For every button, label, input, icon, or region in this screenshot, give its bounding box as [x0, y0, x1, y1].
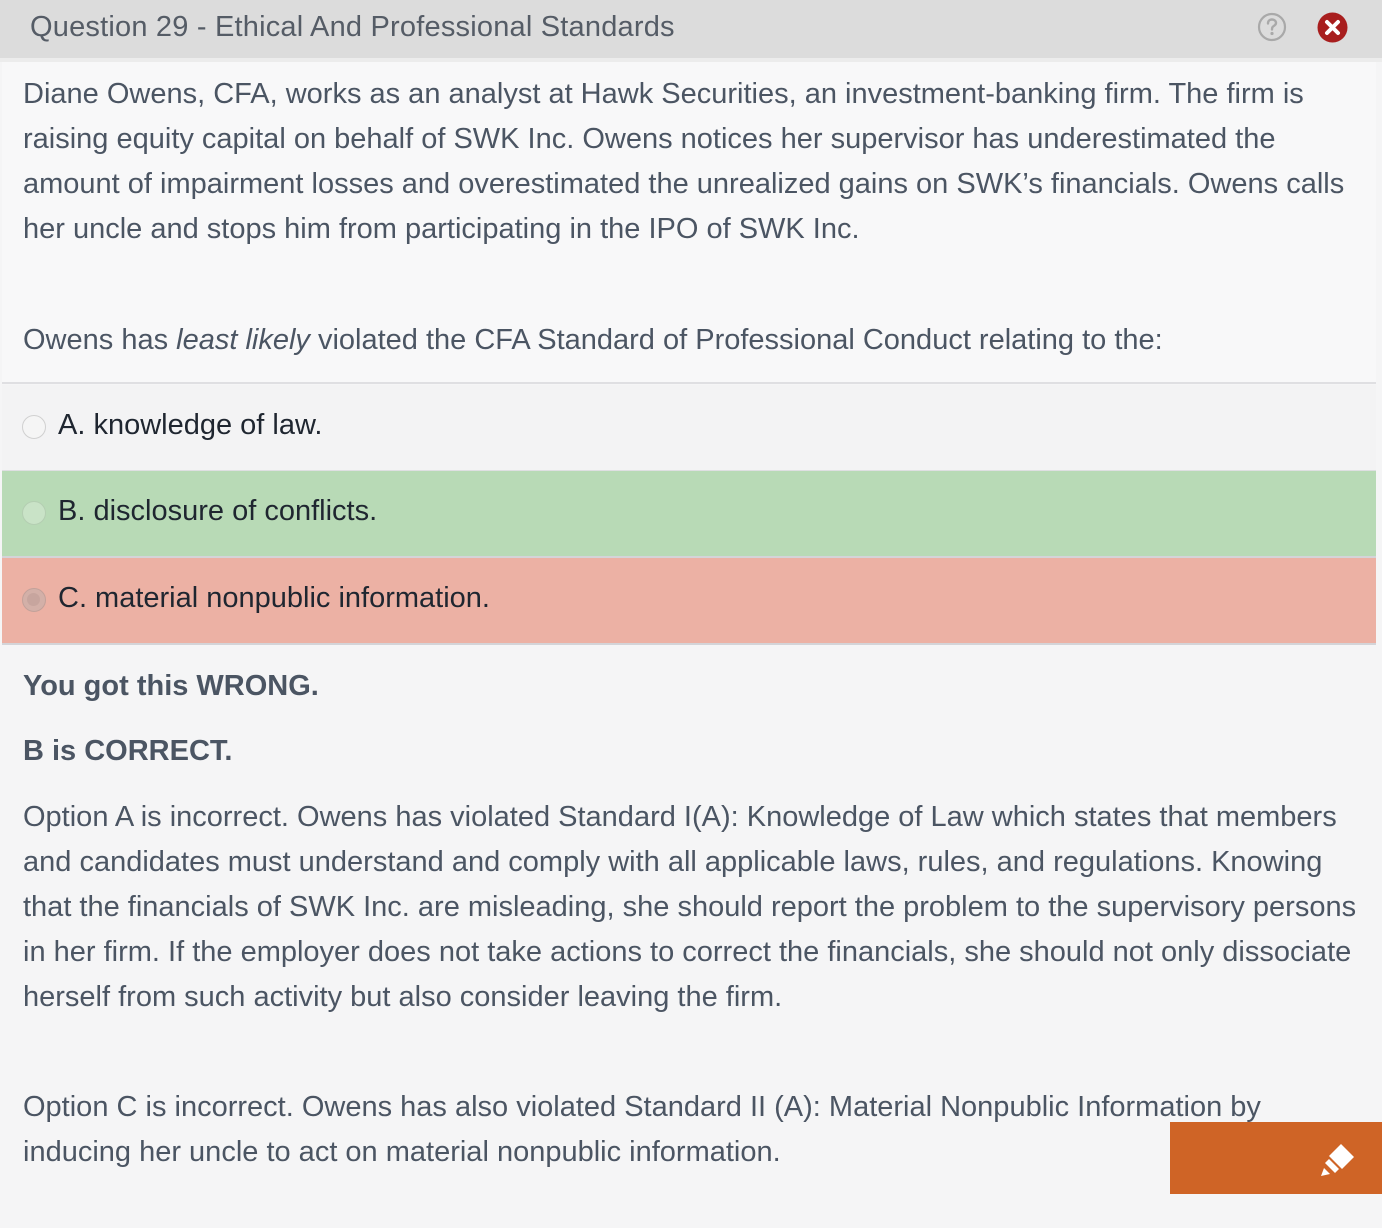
prompt-start: Owens has [23, 324, 177, 356]
close-circle-icon[interactable] [1317, 12, 1348, 43]
prompt-end: violated the CFA Standard of Professiona… [309, 324, 1163, 356]
question-header: Question 29 - Ethical And Professional S… [0, 0, 1382, 62]
question-circle-icon[interactable] [1257, 12, 1287, 42]
radio-button-c[interactable] [22, 588, 46, 612]
prompt-emphasis: least likely [176, 324, 310, 356]
radio-button-a[interactable] [22, 415, 46, 439]
question-title: Question 29 - Ethical And Professional S… [30, 11, 675, 43]
answer-option-label: C. material nonpublic information. [58, 582, 490, 614]
answer-option-c[interactable]: C. material nonpublic information. [2, 558, 1376, 645]
answer-option-b[interactable]: B. disclosure of conflicts. [2, 471, 1376, 558]
answer-option-label: A. knowledge of law. [58, 409, 323, 441]
explanation-option-c: Option C is incorrect. Owens has also vi… [23, 1091, 1261, 1168]
answer-option-a[interactable]: A. knowledge of law. [2, 385, 1376, 472]
result-status: You got this WRONG. [23, 670, 319, 702]
question-stem: Diane Owens, CFA, works as an analyst at… [2, 62, 1376, 384]
radio-button-b[interactable] [22, 501, 46, 525]
highlighter-icon [1321, 1144, 1354, 1176]
question-prompt: Owens has least likely violated the CFA … [23, 318, 1353, 363]
explanation-option-a: Option A is incorrect. Owens has violate… [23, 801, 1357, 1013]
correct-answer-text: B is CORRECT. [23, 735, 233, 767]
answer-option-label: B. disclosure of conflicts. [58, 495, 378, 527]
question-scenario: Diane Owens, CFA, works as an analyst at… [23, 78, 1345, 245]
highlighter-button[interactable] [1170, 1122, 1382, 1194]
